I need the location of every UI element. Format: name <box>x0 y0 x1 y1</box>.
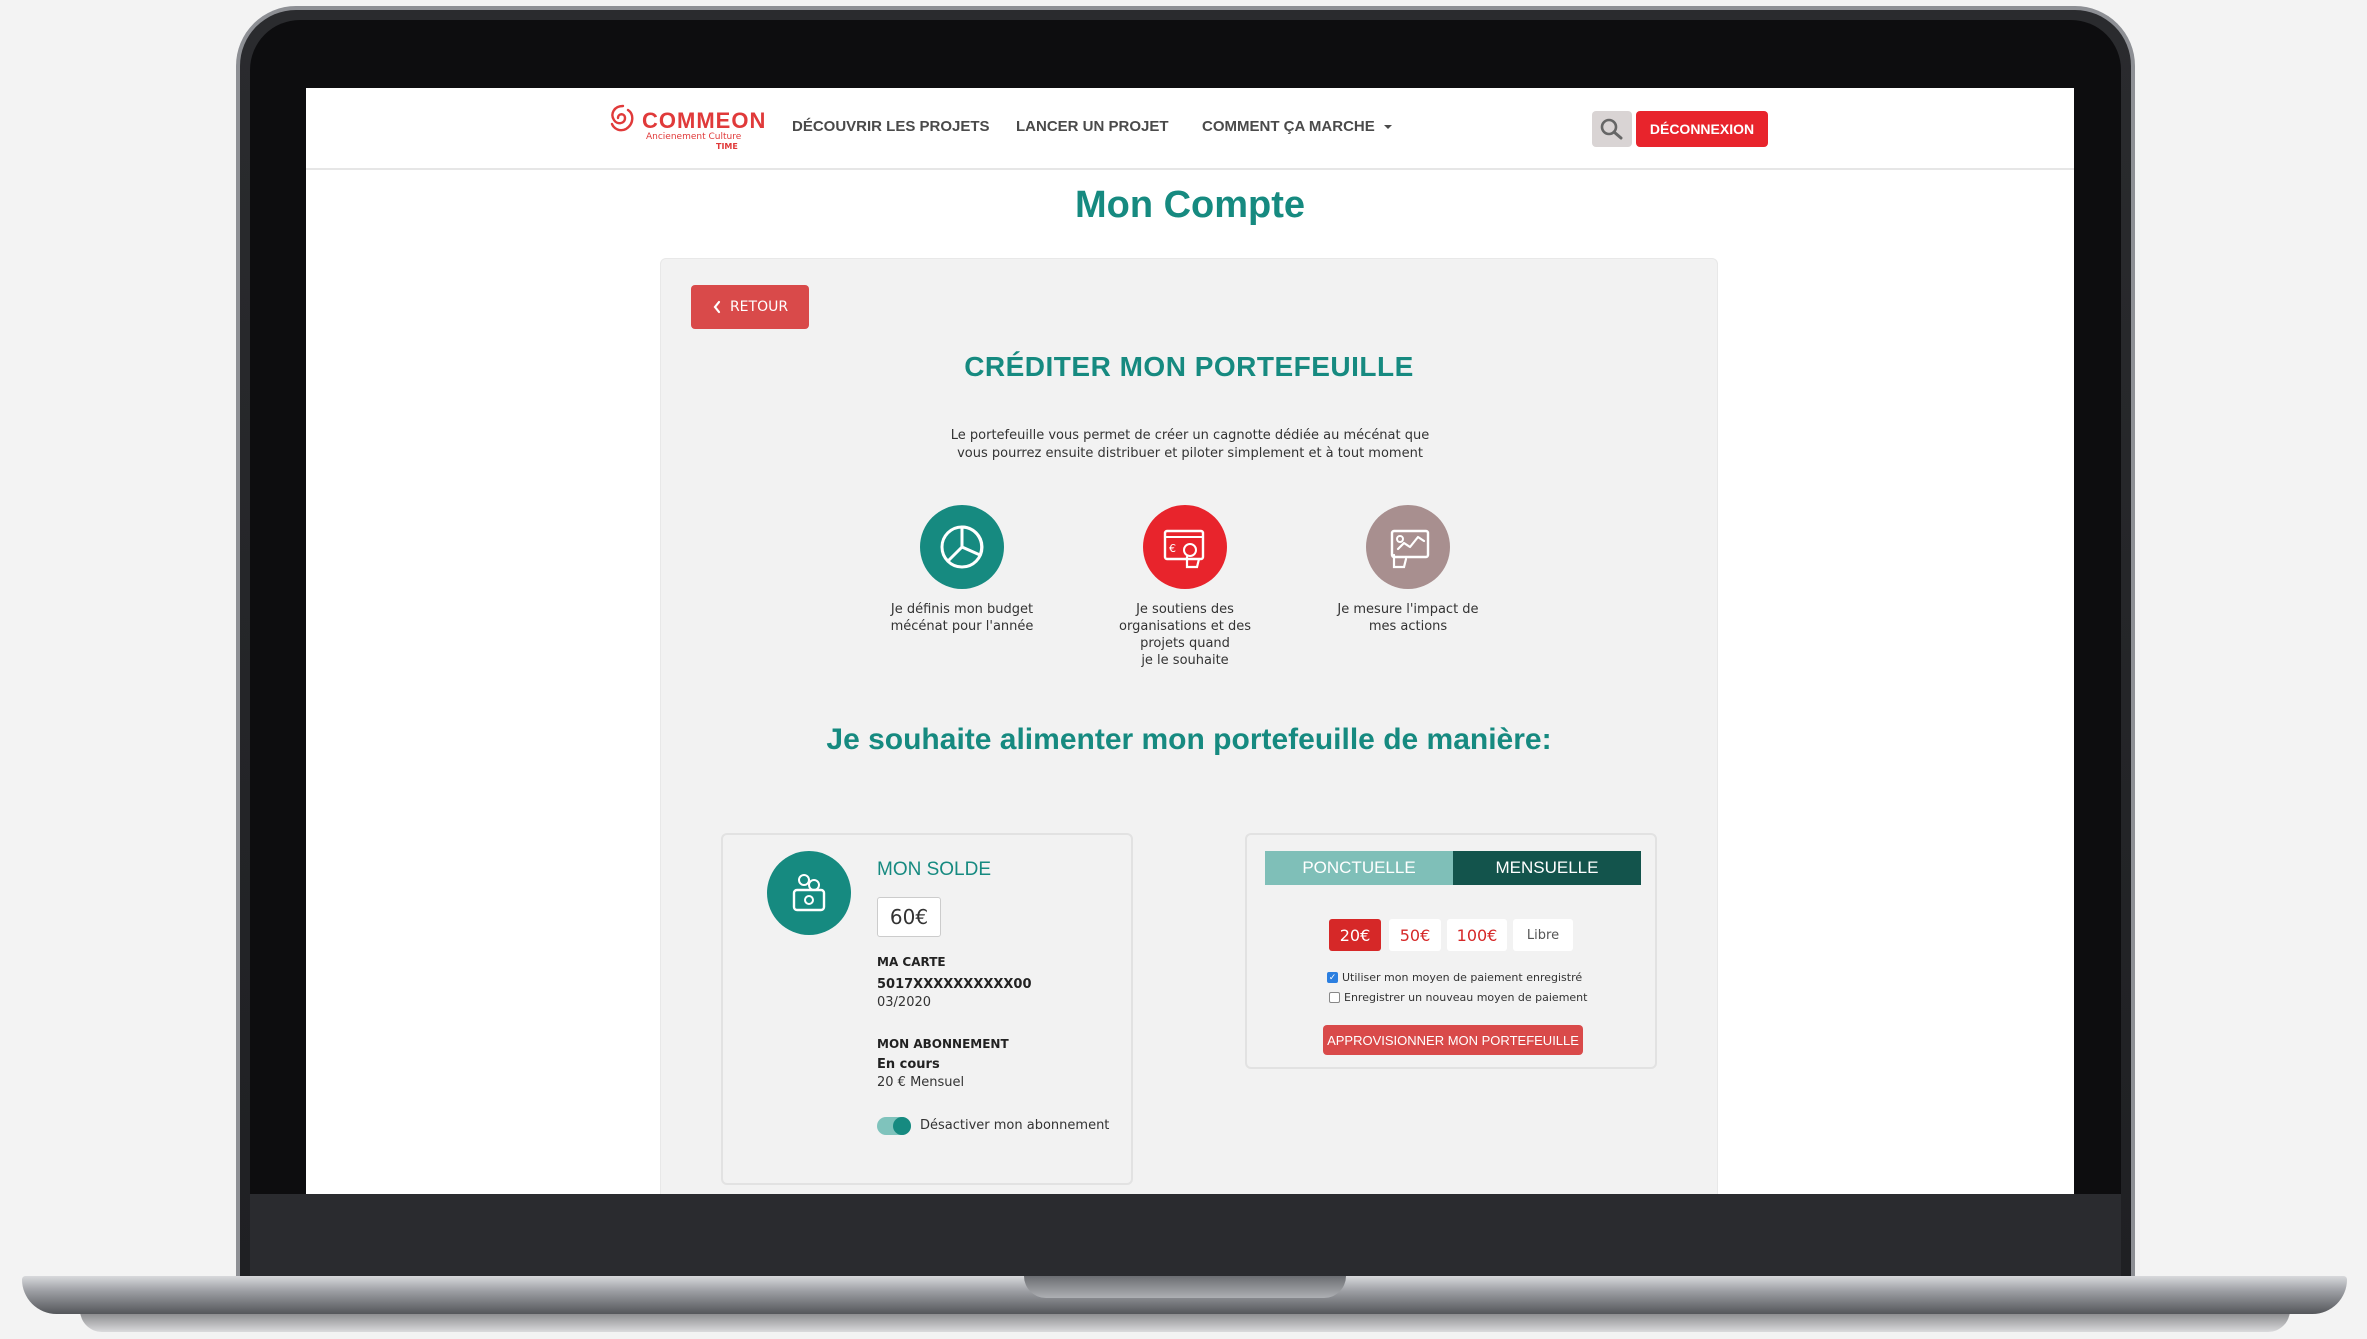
wallet-coins-icon <box>767 851 851 935</box>
card-expiry: 03/2020 <box>877 995 932 1010</box>
feature-label: Je mesure l'impact de mes actions <box>1328 601 1488 635</box>
subscription-amount: 20 € Mensuel <box>877 1075 965 1090</box>
new-payment-label: Enregistrer un nouveau moyen de paiement <box>1344 991 1588 1004</box>
checkbox-saved-payment[interactable]: ✓ <box>1327 972 1338 983</box>
feature-label-line: Je définis mon budget <box>890 602 1034 617</box>
feature-label-line: organisations et des <box>1119 619 1251 634</box>
card-number: 5017XXXXXXXXXX00 <box>877 977 1032 992</box>
saved-payment-label: Utiliser mon moyen de paiement enregistr… <box>1342 971 1583 984</box>
wallet-panel: RETOUR CRÉDITER MON PORTEFEUILLE Le port… <box>660 258 1718 1194</box>
feature-label-line: Je mesure l'impact de <box>1337 602 1479 617</box>
amount-option-free[interactable]: Libre <box>1513 919 1573 951</box>
tab-one-off[interactable]: PONCTUELLE <box>1265 851 1453 885</box>
search-button[interactable] <box>1592 111 1632 147</box>
subscription-status: En cours <box>877 1057 940 1072</box>
chart-screen-icon <box>1366 505 1450 589</box>
balance-card: MON SOLDE 60€ MA CARTE 5017XXXXXXXXXX00 … <box>721 833 1133 1185</box>
logo-time: TIME <box>716 142 738 151</box>
funding-method-heading: Je souhaite alimenter mon portefeuille d… <box>826 723 1552 756</box>
logout-button[interactable]: DÉCONNEXION <box>1636 111 1768 147</box>
fund-wallet-button[interactable]: APPROVISIONNER MON PORTEFEUILLE <box>1323 1025 1583 1055</box>
laptop-notch <box>1024 1276 1346 1298</box>
payment-card: PONCTUELLE MENSUELLE 20€ 50€ 100€ Libre … <box>1245 833 1657 1069</box>
balance-title: MON SOLDE <box>877 859 992 880</box>
logo-mark-icon <box>610 104 634 132</box>
nav-link-how-it-works[interactable]: COMMENT ÇA MARCHE <box>1202 118 1393 135</box>
back-button[interactable]: RETOUR <box>691 285 809 329</box>
logo-subtitle: Ancienement Culture <box>646 132 742 142</box>
tab-monthly[interactable]: MENSUELLE <box>1453 851 1641 885</box>
page-title: Mon Compte <box>1074 184 1306 226</box>
screen-euro-icon: € <box>1143 505 1227 589</box>
subscription-toggle-label: Désactiver mon abonnement <box>920 1118 1110 1133</box>
subscription-toggle[interactable] <box>877 1117 911 1135</box>
navbar: COMMEON Ancienement Culture TIME DÉCOUVR… <box>306 88 2074 170</box>
feature-label-line: je le souhaite <box>1141 653 1229 668</box>
caret-down-icon <box>1383 125 1392 130</box>
amount-option-100[interactable]: 100€ <box>1447 919 1507 951</box>
back-button-label: RETOUR <box>729 299 789 315</box>
search-icon <box>1600 118 1623 140</box>
browser-viewport: COMMEON Ancienement Culture TIME DÉCOUVR… <box>306 88 2074 1194</box>
intro-line: vous pourrez ensuite distribuer et pilot… <box>957 446 1423 461</box>
svg-text:€: € <box>1169 542 1176 555</box>
feature-support: € Je soutiens des organisations et des p… <box>1105 505 1265 669</box>
feature-label-line: mes actions <box>1368 619 1448 634</box>
new-payment-option[interactable]: Enregistrer un nouveau moyen de paiement <box>1329 991 1587 1004</box>
nav-link-how-it-works-label: COMMENT ÇA MARCHE <box>1202 118 1375 135</box>
amount-option-20[interactable]: 20€ <box>1329 919 1381 951</box>
amount-option-50[interactable]: 50€ <box>1389 919 1441 951</box>
logo[interactable]: COMMEON Ancienement Culture TIME <box>606 100 765 152</box>
saved-payment-option[interactable]: ✓ Utiliser mon moyen de paiement enregis… <box>1327 971 1582 984</box>
nav-link-discover[interactable]: DÉCOUVRIR LES PROJETS <box>792 118 990 135</box>
feature-impact: Je mesure l'impact de mes actions <box>1328 505 1488 635</box>
logo-text: COMMEON <box>642 108 767 133</box>
balance-amount: 60€ <box>877 897 941 937</box>
subscription-label: MON ABONNEMENT <box>877 1037 1009 1051</box>
section-title: CRÉDITER MON PORTEFEUILLE <box>964 351 1414 382</box>
toggle-knob <box>893 1117 911 1135</box>
feature-budget: Je définis mon budget mécénat pour l'ann… <box>882 505 1042 635</box>
chevron-left-icon <box>713 300 721 314</box>
laptop-chin <box>250 1194 2121 1276</box>
card-label: MA CARTE <box>877 955 946 969</box>
feature-label-line: projets quand <box>1140 636 1230 651</box>
nav-link-launch[interactable]: LANCER UN PROJET <box>1016 118 1169 135</box>
intro-text: Le portefeuille vous permet de créer un … <box>861 427 1519 463</box>
feature-label-line: mécénat pour l'année <box>890 619 1034 634</box>
feature-label: Je définis mon budget mécénat pour l'ann… <box>882 601 1042 635</box>
checkbox-new-payment[interactable] <box>1329 992 1340 1003</box>
intro-line: Le portefeuille vous permet de créer un … <box>950 428 1430 443</box>
pie-chart-icon <box>920 505 1004 589</box>
feature-label-line: Je soutiens des <box>1136 602 1234 617</box>
feature-label: Je soutiens des organisations et des pro… <box>1105 601 1265 669</box>
